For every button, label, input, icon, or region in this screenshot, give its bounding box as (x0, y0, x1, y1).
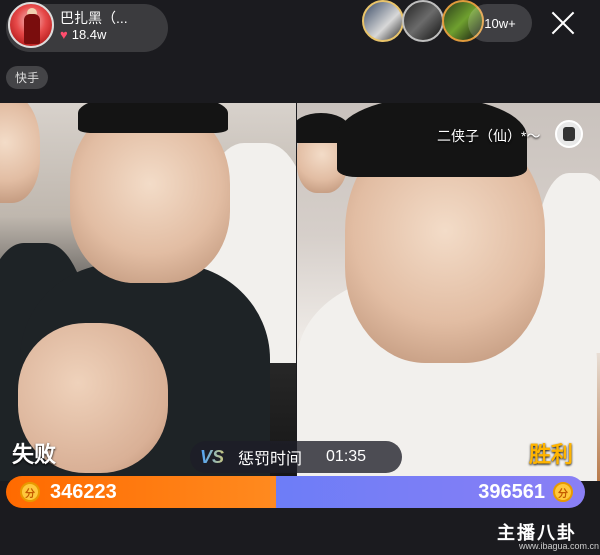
coin-icon: 分 (553, 482, 573, 502)
penalty-timer: 01:35 (326, 448, 367, 465)
left-streamer-video (0, 103, 296, 481)
left-score-bar: 分 346223 (6, 476, 276, 508)
left-result-label: 失败 (12, 442, 57, 467)
host-likes: ♥ 18.4w (60, 27, 106, 42)
platform-tag: 快手 (6, 66, 49, 89)
penalty-label: 惩罚时间 (238, 451, 303, 468)
host-name: 巴扎黑（... (60, 10, 128, 26)
guest-name[interactable]: 二侠子（仙）*～ (437, 126, 540, 146)
top-viewers[interactable] (362, 0, 484, 48)
vs-icon: VS (200, 447, 234, 468)
right-streamer-video (297, 103, 600, 481)
right-score: 396561 (478, 480, 545, 503)
heart-icon: ♥ (60, 27, 68, 42)
guest-avatar[interactable] (555, 120, 583, 148)
penalty-timer-pill: VS 惩罚时间 01:35 (190, 441, 402, 473)
viewer-avatar[interactable] (402, 0, 444, 42)
left-score: 346223 (50, 480, 117, 503)
close-icon[interactable] (549, 9, 577, 37)
viewer-count[interactable]: 10w+ (468, 4, 532, 42)
watermark-url: www.ibagua.com.cn (519, 541, 600, 551)
coin-icon: 分 (20, 482, 40, 502)
viewer-avatar[interactable] (362, 0, 404, 42)
host-avatar[interactable] (8, 2, 54, 48)
right-score-bar: 396561 分 (276, 476, 585, 508)
right-result-label: 胜利 (529, 442, 574, 467)
host-likes-count: 18.4w (71, 27, 107, 42)
